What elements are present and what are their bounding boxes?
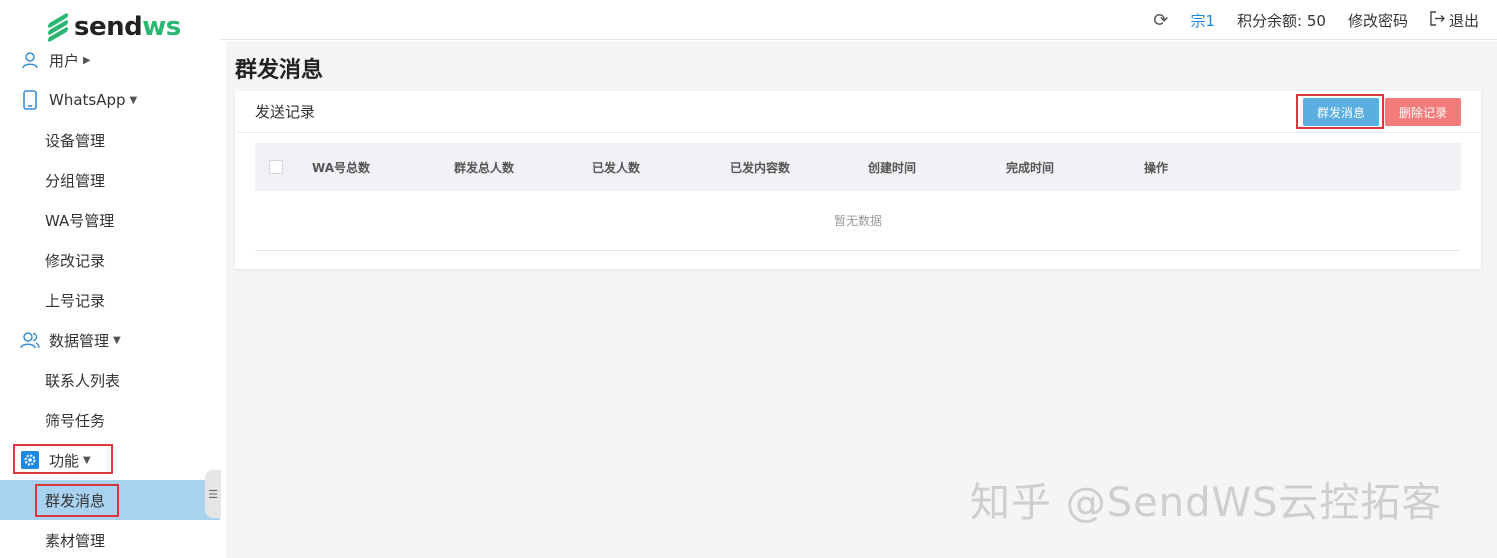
topbar: ⟳ 宗1 积分余额: 50 修改密码 退出 xyxy=(220,0,1497,40)
column-header[interactable]: WA号总数 xyxy=(312,159,370,176)
sidebar-item-label: 素材管理 xyxy=(45,531,106,550)
sidebar-item-wa-number[interactable]: WA号管理 xyxy=(0,200,220,240)
sidebar-item-label: 分组管理 xyxy=(45,171,106,190)
highlight-box-function xyxy=(13,444,113,474)
sidebar-item-group[interactable]: 分组管理 xyxy=(0,160,220,200)
nav-group-user[interactable]: 用户 ▶ xyxy=(0,40,220,80)
card-header: 发送记录 群发消息 删除记录 xyxy=(235,91,1481,133)
user-name[interactable]: 宗1 xyxy=(1191,10,1216,31)
logo-text: sendws xyxy=(74,12,181,42)
select-all-checkbox[interactable] xyxy=(269,160,283,174)
page-title: 群发消息 xyxy=(235,58,324,83)
nav-group-data[interactable]: 数据管理 ▼ xyxy=(0,320,220,360)
highlight-box-broadcast-button xyxy=(1296,94,1384,129)
column-header[interactable]: 完成时间 xyxy=(1006,159,1054,176)
table-header: WA号总数 群发总人数 已发人数 已发内容数 创建时间 完成时间 操作 xyxy=(255,143,1461,191)
sidebar-item-modify-log[interactable]: 修改记录 xyxy=(0,240,220,280)
nav-group-label: 用户 xyxy=(49,51,80,70)
watermark: 知乎 @SendWS云控拓客 xyxy=(970,480,1443,526)
sidebar-item-device[interactable]: 设备管理 xyxy=(0,120,220,160)
delete-records-button[interactable]: 删除记录 xyxy=(1385,98,1461,126)
refresh-icon[interactable]: ⟳ xyxy=(1153,10,1168,31)
collapse-sidebar-handle[interactable]: ☰ xyxy=(205,470,221,518)
sidebar: sendws 用户 ▶ WhatsApp ▼ 设备管理 分组管理 WA号管理 修… xyxy=(0,0,220,558)
sidebar-item-login-log[interactable]: 上号记录 xyxy=(0,280,220,320)
sidebar-item-label: 修改记录 xyxy=(45,251,106,270)
caret-down-icon: ▼ xyxy=(113,334,121,346)
logout-label: 退出 xyxy=(1448,11,1479,30)
sidebar-item-label: 上号记录 xyxy=(45,291,106,310)
user-icon xyxy=(20,50,40,70)
highlight-box-broadcast xyxy=(35,484,119,517)
nav-group-whatsapp[interactable]: WhatsApp ▼ xyxy=(0,80,220,120)
sidebar-item-label: 设备管理 xyxy=(45,131,106,150)
card-title: 发送记录 xyxy=(255,103,316,121)
logo[interactable]: sendws xyxy=(48,10,181,44)
nav-group-label: WhatsApp xyxy=(49,91,126,109)
users-icon xyxy=(20,330,40,350)
points-balance: 积分余额: 50 xyxy=(1237,11,1326,30)
caret-right-icon: ▶ xyxy=(83,54,91,66)
change-password-link[interactable]: 修改密码 xyxy=(1348,10,1408,31)
sidebar-item-label: 筛号任务 xyxy=(45,411,106,430)
column-header: 操作 xyxy=(1144,161,1169,175)
logo-icon xyxy=(48,12,70,43)
sidebar-item-label: 联系人列表 xyxy=(45,371,121,390)
nav-group-label: 数据管理 xyxy=(49,331,110,350)
column-header[interactable]: 群发总人数 xyxy=(454,159,514,176)
phone-icon xyxy=(20,90,40,110)
logout-button[interactable]: 退出 xyxy=(1430,10,1479,31)
menu-fold-icon: ☰ xyxy=(208,487,218,501)
sidebar-item-material[interactable]: 素材管理 xyxy=(0,520,220,558)
column-header[interactable]: 已发人数 xyxy=(592,159,640,176)
column-header[interactable]: 创建时间 xyxy=(868,159,916,176)
column-header[interactable]: 已发内容数 xyxy=(730,159,790,176)
logout-icon xyxy=(1430,10,1445,30)
empty-state: 暂无数据 xyxy=(255,191,1461,251)
sidebar-item-filter-task[interactable]: 筛号任务 xyxy=(0,400,220,440)
records-card: 发送记录 群发消息 删除记录 WA号总数 群发总人数 已发人数 已发内容数 创建… xyxy=(235,91,1481,269)
caret-down-icon: ▼ xyxy=(129,94,138,106)
sidebar-item-label: WA号管理 xyxy=(45,211,115,230)
sidebar-item-contacts[interactable]: 联系人列表 xyxy=(0,360,220,400)
